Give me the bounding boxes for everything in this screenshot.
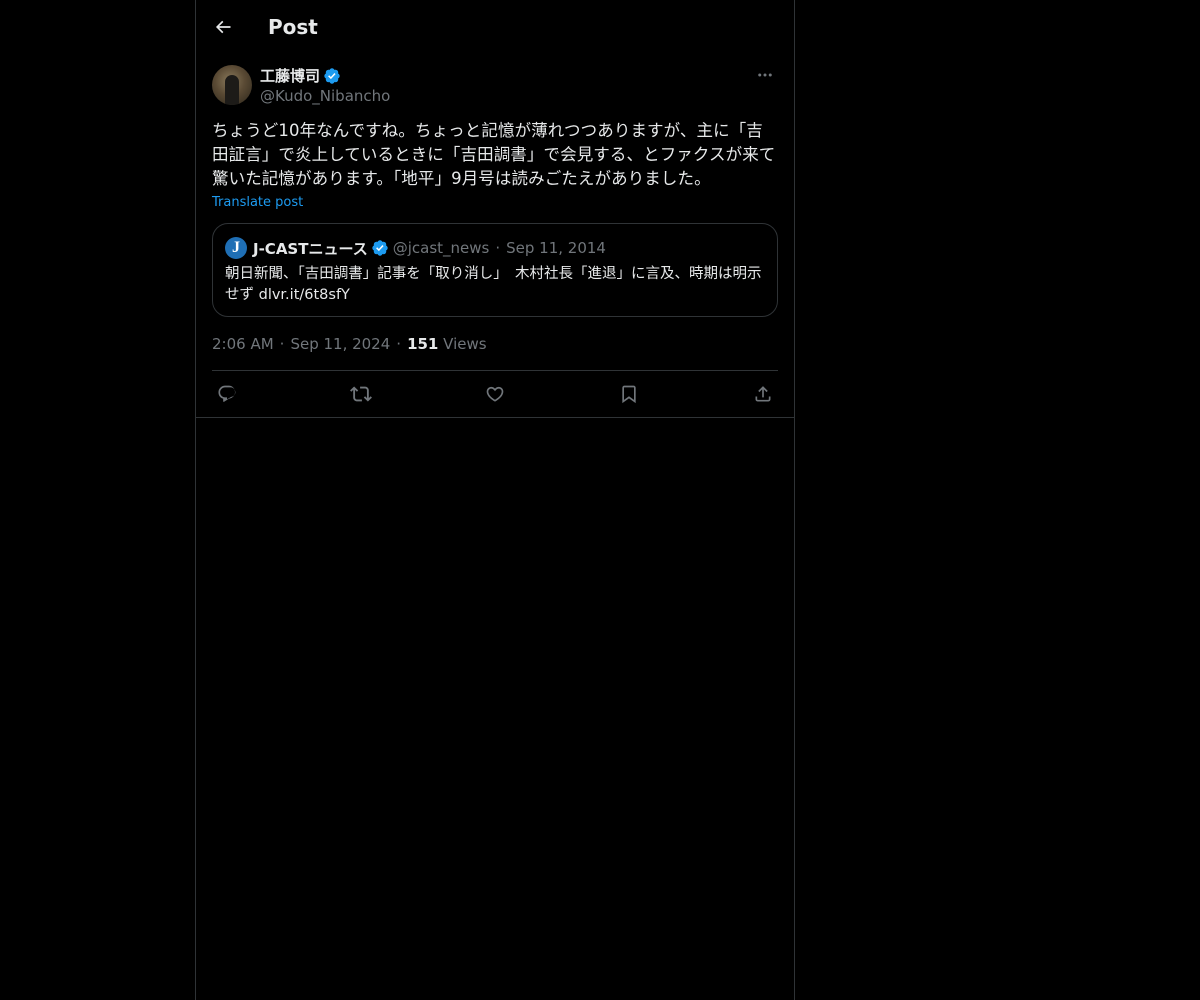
share-button[interactable]: [748, 380, 778, 408]
post-meta: 2:06 AM · Sep 11, 2024 · 151 Views: [212, 334, 487, 354]
primary-column: Post 工藤博司 @Kudo_Nibancho ちょうど10年なんですね。ちょ…: [195, 0, 795, 1000]
translate-post-link[interactable]: Translate post: [212, 194, 303, 212]
divider: [196, 417, 794, 418]
verified-badge-icon: [372, 240, 388, 256]
quoted-display-name: J-CASTニュース: [253, 239, 368, 258]
post-author: 工藤博司 @Kudo_Nibancho: [212, 64, 778, 108]
repost-button[interactable]: [346, 380, 376, 408]
bookmark-button[interactable]: [614, 380, 644, 408]
reply-icon: [218, 385, 236, 402]
quoted-separator: ·: [495, 239, 501, 257]
author-name-row[interactable]: 工藤博司: [260, 66, 341, 86]
more-horizontal-icon: [758, 73, 772, 77]
verified-badge-icon: [324, 68, 340, 84]
post-time[interactable]: 2:06 AM: [212, 335, 274, 353]
repost-icon: [350, 386, 372, 402]
page-title: Post: [268, 15, 318, 39]
post-text: ちょうど10年なんですね。ちょっと記憶が薄れつつありますが、主に「吉田証言」で炎…: [212, 121, 776, 188]
views-count: 151: [407, 335, 439, 353]
reply-button[interactable]: [212, 380, 242, 408]
quoted-handle: @jcast_news: [392, 239, 490, 257]
meta-separator: ·: [279, 335, 285, 353]
views-label: Views: [443, 335, 487, 353]
page-header: Post: [196, 0, 794, 53]
quoted-avatar: J: [225, 237, 247, 259]
meta-separator: ·: [396, 335, 402, 353]
quoted-post-header: J J-CASTニュース @jcast_news · Sep 11, 2014: [225, 236, 606, 260]
arrow-left-icon: [215, 20, 231, 34]
avatar[interactable]: [212, 65, 252, 105]
quoted-date: Sep 11, 2014: [506, 239, 606, 257]
action-bar: [212, 380, 778, 408]
divider: [212, 370, 778, 371]
bookmark-icon: [622, 385, 636, 404]
quoted-post[interactable]: J J-CASTニュース @jcast_news · Sep 11, 2014 …: [212, 223, 778, 317]
post-date[interactable]: Sep 11, 2024: [290, 335, 390, 353]
like-button[interactable]: [480, 380, 510, 408]
like-icon: [486, 386, 504, 402]
author-handle[interactable]: @Kudo_Nibancho: [260, 86, 390, 106]
avatar-figure: [225, 75, 239, 105]
author-display-name[interactable]: 工藤博司: [260, 66, 320, 86]
share-icon: [755, 386, 771, 402]
more-options-button[interactable]: [752, 64, 778, 86]
quoted-text: 朝日新聞、「吉田調書」記事を「取り消し」 木村社長「進退」に言及、時期は明示せず…: [225, 266, 762, 303]
back-button[interactable]: [206, 10, 240, 44]
